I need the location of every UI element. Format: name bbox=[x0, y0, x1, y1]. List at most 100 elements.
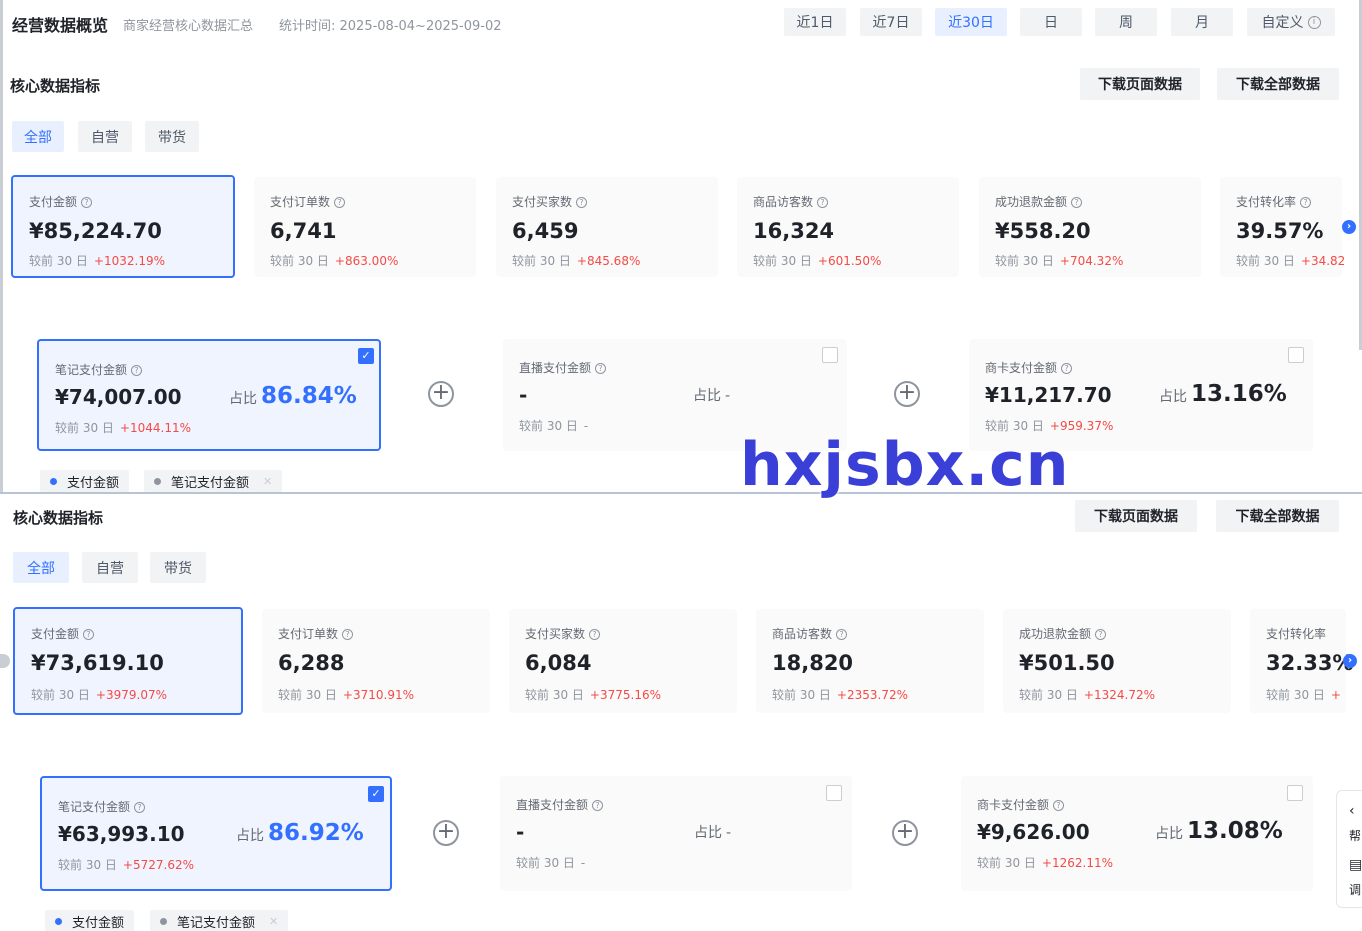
legend-dot bbox=[50, 477, 57, 485]
metric-value: ¥73,619.10 bbox=[31, 651, 164, 675]
download-all-button[interactable]: 下载全部数据 bbox=[1217, 68, 1339, 100]
checkbox[interactable] bbox=[826, 785, 842, 801]
metric-card-refund[interactable]: 成功退款金额? ¥501.50 较前 30 日 +1324.72% bbox=[1003, 609, 1231, 713]
time-tab-week[interactable]: 周 bbox=[1095, 8, 1157, 36]
filter-tab-self[interactable]: 自营 bbox=[78, 121, 132, 152]
breakdown-label: 笔记支付金额 bbox=[58, 800, 131, 814]
help-icon[interactable]: ? bbox=[592, 800, 604, 811]
checkbox[interactable] bbox=[1288, 347, 1304, 363]
watermark-text: hxjsbx.cn bbox=[740, 430, 1070, 500]
checkbox[interactable] bbox=[822, 347, 838, 363]
help-icon[interactable]: ? bbox=[595, 363, 607, 374]
compare-label: 较前 30 日 bbox=[519, 419, 578, 433]
metric-card-pay-amount[interactable]: 支付金额? ¥85,224.70 较前 30 日 +1032.19% bbox=[11, 175, 235, 278]
help-float-icon[interactable]: ‹ bbox=[1349, 803, 1355, 819]
help-icon[interactable]: ? bbox=[334, 197, 346, 208]
change-value: +3979.07% bbox=[95, 688, 167, 702]
metric-card-conversion[interactable]: 支付转化率? 39.57% 较前 30 日 +34.82 bbox=[1220, 177, 1345, 277]
help-icon[interactable]: ? bbox=[1053, 800, 1065, 811]
help-icon[interactable]: ? bbox=[817, 197, 829, 208]
change-value: +704.32% bbox=[1059, 254, 1124, 268]
checkbox-checked[interactable]: ✓ bbox=[358, 348, 374, 364]
change-value: +1044.11% bbox=[119, 421, 191, 435]
stat-time-range: 统计时间: 2025-08-04~2025-09-02 bbox=[279, 19, 502, 34]
breakdown-value: ¥63,993.10 bbox=[58, 822, 185, 846]
change-value: +5727.62% bbox=[122, 858, 194, 872]
legend-chip-notes[interactable]: 笔记支付金额 ✕ bbox=[144, 470, 283, 492]
time-tab-7d[interactable]: 近7日 bbox=[860, 8, 922, 36]
metric-card-conversion[interactable]: 支付转化率 32.33% 较前 30 日 + bbox=[1250, 609, 1353, 713]
metric-card-buyers[interactable]: 支付买家数? 6,459 较前 30 日 +845.68% bbox=[496, 177, 718, 277]
close-icon[interactable]: ✕ bbox=[263, 475, 272, 488]
filter-tab-promote[interactable]: 带货 bbox=[150, 552, 206, 583]
checkbox[interactable] bbox=[1287, 785, 1303, 801]
change-value: - bbox=[580, 856, 586, 870]
change-value: +2353.72% bbox=[836, 688, 908, 702]
metric-value: ¥85,224.70 bbox=[29, 219, 162, 243]
plus-icon: + bbox=[894, 381, 920, 407]
help-icon[interactable]: ? bbox=[576, 197, 588, 208]
metric-card-visitors[interactable]: 商品访客数? 16,324 较前 30 日 +601.50% bbox=[737, 177, 959, 277]
metric-card-pay-amount[interactable]: 支付金额? ¥73,619.10 较前 30 日 +3979.07% bbox=[13, 607, 243, 715]
breakdown-card-notes[interactable]: 笔记支付金额? ¥63,993.10 占比 86.92% 较前 30 日 +5727… bbox=[40, 776, 392, 891]
help-icon[interactable]: ? bbox=[589, 629, 601, 640]
metric-card-visitors[interactable]: 商品访客数? 18,820 较前 30 日 +2353.72% bbox=[756, 609, 984, 713]
help-icon[interactable]: ? bbox=[1061, 363, 1073, 374]
time-tab-month[interactable]: 月 bbox=[1171, 8, 1233, 36]
metric-label: 支付转化率 bbox=[1266, 627, 1327, 641]
side-float-toolbar[interactable]: ‹ 帮 ▤ 调 bbox=[1336, 790, 1362, 908]
section-title: 核心数据指标 bbox=[13, 509, 104, 527]
help-icon[interactable]: ? bbox=[836, 629, 848, 640]
help-icon[interactable]: ? bbox=[81, 197, 93, 208]
help-icon[interactable]: ? bbox=[83, 629, 95, 640]
breakdown-value: ¥74,007.00 bbox=[55, 385, 182, 409]
metric-label: 支付买家数 bbox=[525, 627, 586, 641]
breakdown-card-notes[interactable]: 笔记支付金额? ¥74,007.00 占比 86.84% 较前 30 日 +1044… bbox=[37, 339, 381, 451]
compare-label: 较前 30 日 bbox=[1019, 688, 1078, 702]
legend-chip-pay-amount[interactable]: 支付金额 bbox=[45, 910, 135, 931]
help-icon[interactable]: ? bbox=[1071, 197, 1083, 208]
page-title: 经营数据概览 bbox=[12, 16, 109, 35]
breakdown-card-live[interactable]: 直播支付金额? - 占比 - 较前 30 日- bbox=[500, 776, 852, 891]
help-icon[interactable]: ? bbox=[134, 802, 146, 813]
filter-tab-all[interactable]: 全部 bbox=[13, 552, 69, 583]
time-tab-30d[interactable]: 近30日 bbox=[935, 8, 1007, 36]
help-icon[interactable]: ? bbox=[1095, 629, 1107, 640]
filter-tab-promote[interactable]: 带货 bbox=[145, 121, 199, 152]
breakdown-label: 笔记支付金额 bbox=[55, 363, 128, 377]
breakdown-value: - bbox=[519, 383, 528, 407]
time-tab-day[interactable]: 日 bbox=[1020, 8, 1082, 36]
legend-chip-pay-amount[interactable]: 支付金额 bbox=[40, 470, 130, 492]
metric-label: 支付转化率 bbox=[1236, 195, 1297, 209]
download-page-button[interactable]: 下载页面数据 bbox=[1075, 500, 1197, 532]
metric-value: 18,820 bbox=[772, 651, 854, 675]
help-icon[interactable]: ? bbox=[1300, 197, 1312, 208]
scroll-left-icon[interactable] bbox=[0, 654, 10, 668]
metric-card-refund[interactable]: 成功退款金额? ¥558.20 较前 30 日 +704.32% bbox=[979, 177, 1201, 277]
scroll-right-icon[interactable]: › bbox=[1343, 654, 1357, 668]
checkbox-checked[interactable]: ✓ bbox=[368, 786, 384, 802]
share-value: 13.16% bbox=[1191, 381, 1287, 407]
download-all-button[interactable]: 下载全部数据 bbox=[1216, 500, 1339, 532]
scroll-right-icon[interactable]: › bbox=[1342, 220, 1356, 234]
close-icon[interactable]: ✕ bbox=[269, 915, 278, 928]
breakdown-value: ¥9,626.00 bbox=[977, 820, 1090, 844]
time-tab-custom[interactable]: 自定义 i bbox=[1247, 8, 1335, 36]
legend-chip-notes[interactable]: 笔记支付金额 ✕ bbox=[150, 910, 289, 931]
time-tab-1d[interactable]: 近1日 bbox=[784, 8, 846, 36]
filter-tab-all[interactable]: 全部 bbox=[12, 121, 64, 152]
breakdown-card-shopcard[interactable]: 商卡支付金额? ¥9,626.00 占比 13.08% 较前 30 日 +1262.… bbox=[961, 776, 1313, 891]
filter-tab-self[interactable]: 自营 bbox=[82, 552, 138, 583]
share-value: 86.84% bbox=[261, 383, 357, 409]
top-screenshot-panel: 经营数据概览 商家经营核心数据汇总 统计时间: 2025-08-04~2025-… bbox=[0, 0, 1362, 492]
metric-card-buyers[interactable]: 支付买家数? 6,084 较前 30 日 +3775.16% bbox=[509, 609, 737, 713]
feedback-float-icon[interactable]: ▤ bbox=[1349, 857, 1362, 873]
help-icon[interactable]: ? bbox=[131, 365, 143, 376]
metric-card-orders[interactable]: 支付订单数? 6,288 较前 30 日 +3710.91% bbox=[262, 609, 490, 713]
change-value: +1262.11% bbox=[1041, 856, 1113, 870]
metric-card-orders[interactable]: 支付订单数? 6,741 较前 30 日 +863.00% bbox=[254, 177, 476, 277]
compare-label: 较前 30 日 bbox=[516, 856, 575, 870]
help-icon[interactable]: ? bbox=[342, 629, 354, 640]
download-page-button[interactable]: 下载页面数据 bbox=[1080, 68, 1200, 100]
compare-label: 较前 30 日 bbox=[753, 254, 812, 268]
